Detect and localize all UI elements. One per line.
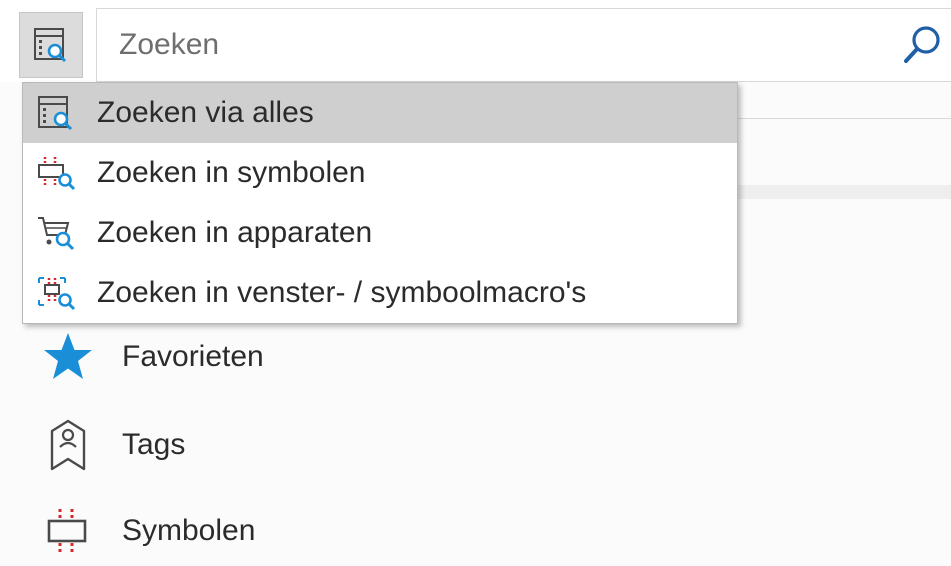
search-field (96, 8, 951, 82)
search-devices-icon (38, 217, 75, 251)
search-button[interactable] (897, 21, 947, 71)
search-symbols-icon (38, 157, 76, 191)
tag-icon (50, 419, 86, 471)
nav-item-tags[interactable]: Tags (0, 410, 600, 480)
search-bar (0, 0, 951, 82)
dropdown-item-label: Zoeken in symbolen (97, 156, 366, 189)
search-scope-button[interactable] (19, 12, 83, 78)
search-scope-dropdown: Zoeken via alles Zoeken in symbolen Zoek… (22, 82, 738, 324)
dropdown-item-search-symbols[interactable]: Zoeken in symbolen (23, 143, 737, 203)
dropdown-item-label: Zoeken in venster- / symboolmacro's (97, 276, 587, 309)
symbol-icon (47, 509, 87, 555)
dropdown-item-search-all[interactable]: Zoeken via alles (23, 83, 737, 143)
nav-item-label: Tags (122, 428, 186, 461)
panel-divider (738, 118, 951, 119)
search-all-icon (38, 96, 73, 131)
dropdown-item-search-devices[interactable]: Zoeken in apparaten (23, 203, 737, 263)
panel-divider (738, 185, 951, 199)
dropdown-item-label: Zoeken in apparaten (97, 216, 373, 249)
nav-item-label: Favorieten (122, 340, 264, 373)
dropdown-item-search-macros[interactable]: Zoeken in venster- / symboolmacro's (23, 263, 737, 323)
star-icon (44, 333, 92, 379)
search-macros-icon (38, 277, 76, 311)
nav-item-symbols[interactable]: Symbolen (0, 496, 600, 566)
dropdown-item-label: Zoeken via alles (97, 96, 314, 129)
nav-item-label: Symbolen (122, 514, 256, 547)
magnifier-icon (904, 26, 940, 63)
nav-item-favorites[interactable]: Favorieten (0, 322, 600, 392)
search-input[interactable] (119, 23, 879, 67)
search-scope-icon (34, 28, 67, 63)
